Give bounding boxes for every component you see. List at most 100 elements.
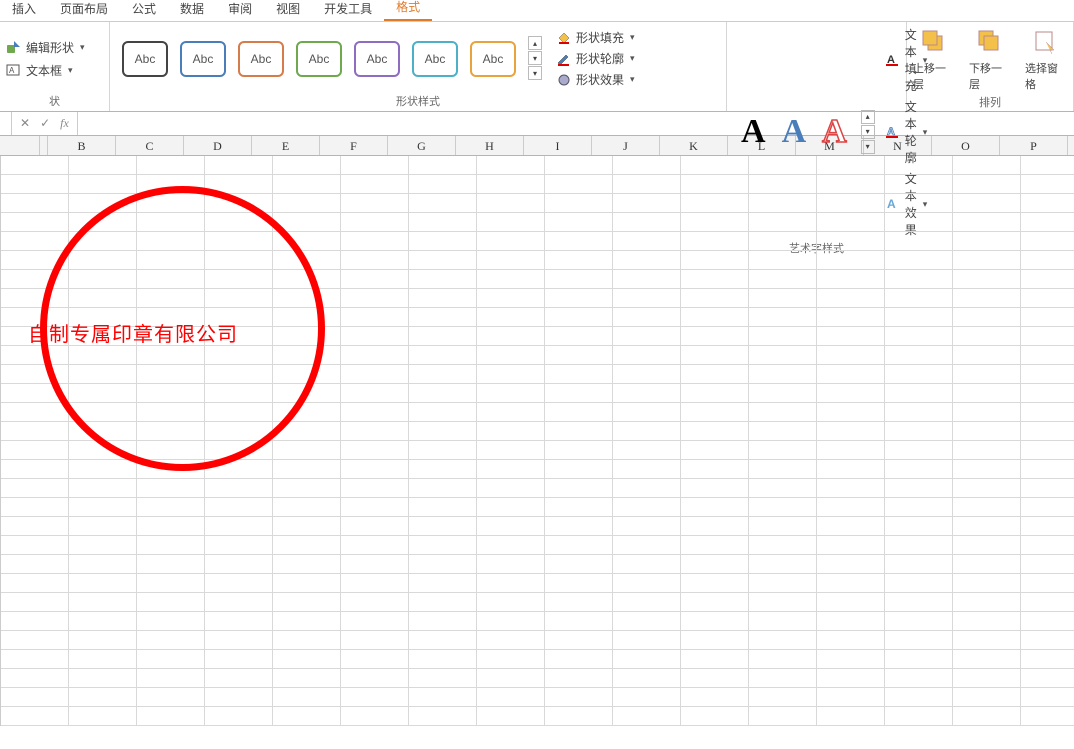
cell[interactable] [341,669,409,688]
cell[interactable] [545,498,613,517]
cell[interactable] [953,707,1021,726]
cell[interactable] [69,669,137,688]
cell[interactable] [953,650,1021,669]
wordart-gallery[interactable]: A A A [733,113,855,151]
column-header[interactable]: O [932,136,1000,155]
wordart-style-1[interactable]: A [741,113,766,151]
cell[interactable] [681,688,749,707]
cell[interactable] [409,517,477,536]
cell[interactable] [545,156,613,175]
cell[interactable] [885,384,953,403]
cell[interactable] [817,555,885,574]
cell[interactable] [1021,308,1074,327]
cell[interactable] [885,650,953,669]
column-header[interactable]: C [116,136,184,155]
cell[interactable] [341,688,409,707]
shape-styles-gallery[interactable]: AbcAbcAbcAbcAbcAbcAbc [116,41,522,77]
shape-style-preset[interactable]: Abc [412,41,458,77]
cell[interactable] [749,460,817,479]
cell[interactable] [613,631,681,650]
cell[interactable] [1021,422,1074,441]
cell[interactable] [1021,175,1074,194]
cell[interactable] [885,194,953,213]
cell[interactable] [409,669,477,688]
cell[interactable] [273,650,341,669]
cell[interactable] [613,365,681,384]
cell[interactable] [409,498,477,517]
cell[interactable] [69,707,137,726]
cell[interactable] [749,593,817,612]
cell[interactable] [545,688,613,707]
cell[interactable] [205,669,273,688]
wordart-style-3[interactable]: A [822,113,847,151]
cell[interactable] [681,650,749,669]
cell[interactable] [817,289,885,308]
cell[interactable] [205,156,273,175]
cell[interactable] [749,536,817,555]
shape-effects-button[interactable]: 形状效果 ▾ [556,71,656,88]
cell[interactable] [817,498,885,517]
cell[interactable] [69,460,137,479]
bring-forward-button[interactable]: 上移一层 [913,28,955,92]
wordart-scroll-up[interactable]: ▴ [861,110,875,124]
cell[interactable] [69,612,137,631]
cell[interactable] [273,707,341,726]
cell[interactable] [341,422,409,441]
shape-outline-button[interactable]: 形状轮廓 ▾ [556,50,656,67]
cell[interactable] [885,327,953,346]
cell[interactable] [477,384,545,403]
cell[interactable] [137,669,205,688]
cell[interactable] [137,536,205,555]
cell[interactable] [273,460,341,479]
cell[interactable] [273,631,341,650]
cell[interactable] [749,479,817,498]
cell[interactable] [681,384,749,403]
cell[interactable] [341,403,409,422]
cell[interactable] [817,308,885,327]
cell[interactable] [1021,536,1074,555]
cell[interactable] [681,156,749,175]
cell[interactable] [885,308,953,327]
cell[interactable] [477,612,545,631]
cell[interactable] [613,156,681,175]
cell[interactable] [885,289,953,308]
cell[interactable] [749,631,817,650]
cell[interactable] [477,232,545,251]
cell[interactable] [1,688,69,707]
tab-page-layout[interactable]: 页面布局 [48,0,120,21]
cell[interactable] [545,612,613,631]
cell[interactable] [817,536,885,555]
cell[interactable] [205,612,273,631]
cell[interactable] [341,346,409,365]
cell[interactable] [749,441,817,460]
cell[interactable] [613,308,681,327]
cell[interactable] [477,422,545,441]
shape-style-preset[interactable]: Abc [354,41,400,77]
column-header[interactable]: J [592,136,660,155]
cell[interactable] [409,213,477,232]
cell[interactable] [205,536,273,555]
cell[interactable] [545,175,613,194]
cell[interactable] [681,403,749,422]
cell[interactable] [341,251,409,270]
cell[interactable] [273,441,341,460]
cell[interactable] [273,593,341,612]
column-header[interactable]: F [320,136,388,155]
cell[interactable] [885,517,953,536]
cell[interactable] [477,593,545,612]
cell[interactable] [341,650,409,669]
cell[interactable] [273,517,341,536]
cell[interactable] [137,650,205,669]
cell[interactable] [273,479,341,498]
gallery-more[interactable]: ▾ [528,66,542,80]
cell[interactable] [69,593,137,612]
cell[interactable] [545,574,613,593]
cell[interactable] [1021,194,1074,213]
cell[interactable] [749,327,817,346]
cell[interactable] [137,517,205,536]
cell[interactable] [477,460,545,479]
cell[interactable] [69,536,137,555]
name-box[interactable] [0,112,12,135]
cell[interactable] [545,403,613,422]
cell[interactable] [885,536,953,555]
